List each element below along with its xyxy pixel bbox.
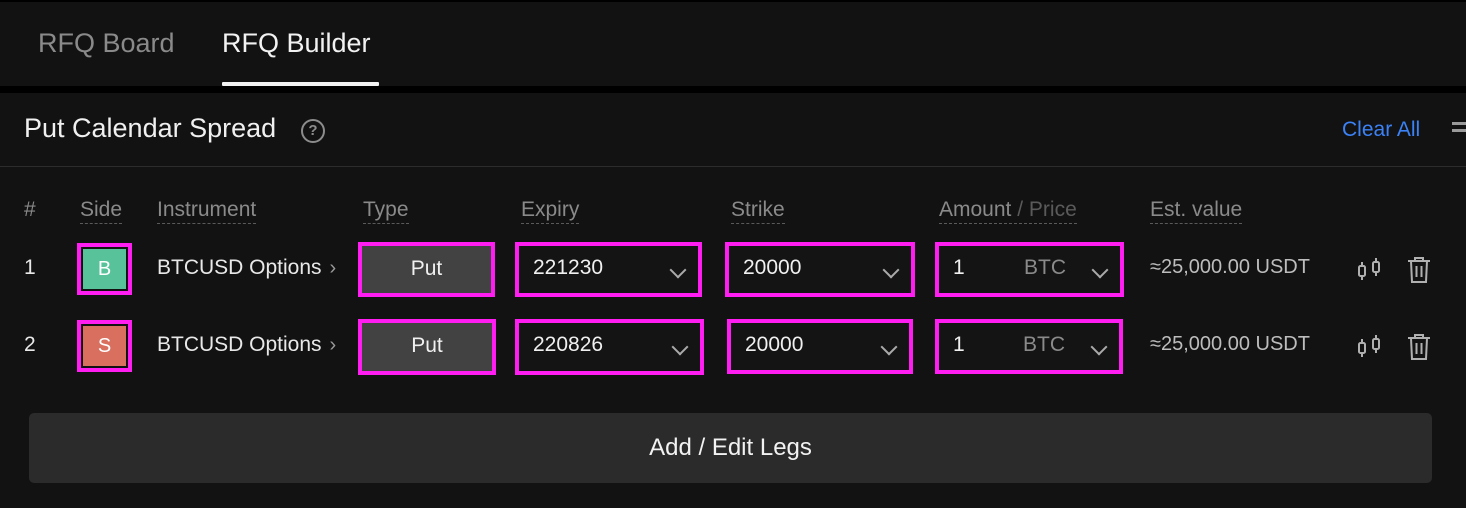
column-header-side: Side — [80, 198, 123, 224]
strike-select[interactable]: 20000 — [727, 319, 913, 374]
chevron-right-icon: › — [329, 257, 337, 279]
chevron-down-icon — [882, 261, 900, 279]
column-header-expiry: Expiry — [521, 198, 580, 224]
expiry-value: 220826 — [533, 333, 604, 356]
strategy-title: Put Calendar Spread — [24, 113, 277, 143]
strike-select[interactable]: 20000 — [725, 242, 915, 297]
column-header-amount-price: Amount / Price — [939, 198, 1077, 224]
chevron-down-icon — [1091, 261, 1109, 279]
side-toggle-sell[interactable]: S — [77, 320, 132, 372]
leg-row: 2 S BTCUSD Options › Put 220826 20000 1 BT… — [0, 319, 1466, 379]
expiry-select[interactable]: 221230 — [515, 242, 702, 297]
add-edit-legs-button[interactable]: Add / Edit Legs — [29, 413, 1432, 483]
active-tab-indicator — [222, 82, 379, 86]
swap-icon[interactable] — [1356, 256, 1384, 284]
chevron-down-icon — [880, 338, 898, 356]
column-header-est-value: Est. value — [1150, 198, 1243, 224]
trash-icon[interactable] — [1406, 332, 1432, 362]
type-button[interactable]: Put — [358, 242, 495, 297]
clear-all-button[interactable]: Clear All — [1342, 118, 1420, 142]
side-label: S — [83, 326, 126, 366]
rfq-builder-panel: Put Calendar Spread ? Clear All # Side I… — [0, 93, 1466, 508]
side-toggle-buy[interactable]: B — [77, 243, 132, 295]
expiry-select[interactable]: 220826 — [515, 319, 704, 375]
amount-unit: BTC — [1023, 333, 1065, 356]
top-tab-bar: RFQ Board RFQ Builder — [0, 0, 1466, 86]
amount-input[interactable]: 1 BTC — [935, 242, 1124, 297]
est-value: ≈25,000.00 USDT — [1150, 256, 1310, 278]
column-header-instrument: Instrument — [157, 198, 257, 224]
instrument-selector[interactable]: BTCUSD Options › — [157, 256, 336, 280]
panel-header: Put Calendar Spread ? Clear All — [0, 93, 1466, 167]
strike-value: 20000 — [743, 256, 802, 279]
leg-number: 2 — [24, 333, 36, 356]
amount-label: Amount — [939, 198, 1012, 221]
leg-row: 1 B BTCUSD Options › Put 221230 20000 1 BT… — [0, 242, 1466, 302]
column-header-strike: Strike — [731, 198, 785, 224]
tab-rfq-builder[interactable]: RFQ Builder — [222, 28, 371, 59]
amount-input[interactable]: 1 BTC — [935, 319, 1123, 374]
expiry-value: 221230 — [533, 256, 604, 279]
type-label: Put — [364, 248, 489, 291]
side-label: B — [83, 249, 126, 289]
amount-unit: BTC — [1024, 256, 1066, 279]
tab-rfq-board[interactable]: RFQ Board — [38, 28, 175, 59]
est-value: ≈25,000.00 USDT — [1150, 333, 1310, 355]
amount-separator: / — [1017, 198, 1024, 221]
help-icon[interactable]: ? — [301, 119, 325, 143]
instrument-label: BTCUSD Options — [157, 333, 322, 356]
leg-number: 1 — [24, 256, 36, 279]
price-label: Price — [1028, 198, 1077, 221]
type-button[interactable]: Put — [358, 319, 496, 375]
column-header-type: Type — [363, 198, 409, 224]
chevron-right-icon: › — [329, 334, 337, 356]
column-header-num: # — [24, 198, 36, 221]
instrument-label: BTCUSD Options — [157, 256, 322, 279]
chevron-down-icon — [669, 261, 687, 279]
type-label: Put — [364, 325, 490, 369]
chevron-down-icon — [1090, 338, 1108, 356]
chevron-down-icon — [671, 338, 689, 356]
swap-icon[interactable] — [1356, 333, 1384, 361]
instrument-selector[interactable]: BTCUSD Options › — [157, 333, 336, 357]
amount-value: 1 — [953, 256, 965, 279]
trash-icon[interactable] — [1406, 255, 1432, 285]
menu-icon[interactable] — [1452, 122, 1466, 139]
amount-value: 1 — [953, 333, 965, 356]
strike-value: 20000 — [745, 333, 804, 356]
